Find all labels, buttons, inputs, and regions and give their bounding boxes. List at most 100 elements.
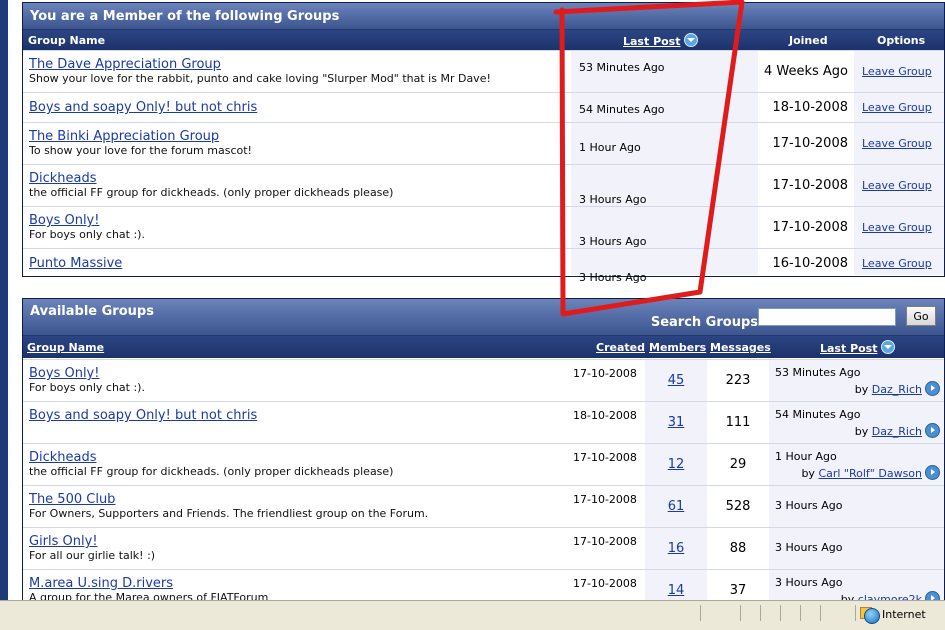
leave-group-link[interactable]: Leave Group [862,257,932,270]
member-group-row: Boys Only! For boys only chat :). 3 Hours … [23,206,944,249]
last-post-cell: 54 Minutes Ago by Daz_Rich [769,402,944,444]
last-post-cell: 3 Hours Ago [769,486,944,528]
header-last-post-wrap: Last Post [820,340,895,355]
options-cell: Leave Group [854,249,944,275]
last-post-cell: 3 Hours Ago [571,165,758,207]
group-name-link[interactable]: The 500 Club [29,492,115,507]
last-post-time: 1 Hour Ago [579,141,641,154]
leave-group-link[interactable]: Leave Group [862,221,932,234]
group-name-link[interactable]: Boys and soapy Only! but not chris [29,408,257,423]
member-groups-panel: You are a Member of the following Groups… [22,2,945,284]
group-name-link[interactable]: Dickheads [29,171,97,186]
group-name-cell: The Dave Appreciation Group Show your lov… [23,51,571,93]
group-name-link[interactable]: The Dave Appreciation Group [29,57,221,72]
group-description: Show your love for the rabbit, punto and… [29,72,491,85]
messages-cell: 29 [707,444,769,486]
sort-desc-icon[interactable] [683,33,698,47]
header-messages-link[interactable]: Messages [710,341,771,354]
group-name-link[interactable]: Boys Only! [29,366,99,381]
members-count-link[interactable]: 31 [645,415,707,430]
group-name-link[interactable]: Boys Only! [29,213,99,228]
group-name-link[interactable]: The Binki Appreciation Group [29,129,219,144]
members-count-link[interactable]: 12 [645,457,707,472]
group-name-cell: The Binki Appreciation Group To show your… [23,123,571,165]
members-count-link[interactable]: 14 [645,583,707,598]
group-name-link[interactable]: M.area U.sing D.rivers [29,576,173,591]
created-date: 17-10-2008 [573,577,637,590]
status-separator [855,605,856,621]
go-to-last-post-icon[interactable] [925,423,940,438]
member-group-row: The Dave Appreciation Group Show your lov… [23,50,944,93]
group-description: the official FF group for dickheads. (on… [29,186,394,199]
group-name-link[interactable]: Boys and soapy Only! but not chris [29,100,257,115]
available-group-row: The 500 Club For Owners, Supporters and F… [23,485,944,528]
last-post-author-link[interactable]: Carl "Rolf" Dawson [818,467,922,480]
messages-cell: 111 [707,402,769,444]
created-date: 17-10-2008 [573,367,637,380]
last-post-cell: 54 Minutes Ago [571,93,758,123]
header-members-link[interactable]: Members [649,341,706,354]
leave-group-link[interactable]: Leave Group [862,179,932,192]
search-groups-label: Search Groups [650,315,758,330]
group-name-link[interactable]: Girls Only! [29,534,98,549]
options-cell: Leave Group [854,207,944,249]
group-description: To show your love for the forum mascot! [29,144,252,157]
header-created-link[interactable]: Created [596,341,645,354]
header-joined: Joined [789,34,828,47]
last-post-author-link[interactable]: Daz_Rich [872,383,922,396]
last-post-cell: 3 Hours Ago [769,528,944,570]
sort-desc-icon[interactable] [880,340,895,354]
joined-date: 4 Weeks Ago [763,64,848,79]
created-date: 17-10-2008 [573,535,637,548]
browser-status-bar: Internet [0,600,945,630]
joined-cell: 18-10-2008 [758,93,854,123]
leave-group-link[interactable]: Leave Group [862,137,932,150]
available-groups-panel: Available Groups Search Groups Go Group … [22,298,945,612]
last-post-time: 54 Minutes Ago [579,103,665,116]
last-post-time: 53 Minutes Ago [775,366,861,379]
status-separator [820,605,821,621]
go-to-last-post-icon[interactable] [925,381,940,396]
messages-cell: 528 [707,486,769,528]
search-go-button[interactable]: Go [906,306,936,326]
header-group-name: Group Name [28,34,106,47]
leave-group-link[interactable]: Leave Group [862,101,932,114]
messages-count: 88 [729,541,747,556]
group-description: For boys only chat :). [29,381,145,394]
members-count-link[interactable]: 16 [645,541,707,556]
members-cell: 16 [645,528,707,570]
group-name-link[interactable]: Dickheads [29,450,97,465]
available-groups-header-row: Group Name Created Members Messages Last… [23,336,944,358]
available-group-row: Boys Only! For boys only chat :). 17-10-20… [23,359,944,402]
last-post-time: 3 Hours Ago [775,541,843,554]
header-last-post-link[interactable]: Last Post [623,35,681,48]
messages-count: 528 [725,499,751,514]
last-post-author-link[interactable]: Daz_Rich [872,425,922,438]
search-groups-input[interactable] [758,308,896,326]
joined-cell: 17-10-2008 [758,165,854,207]
header-group-name-link[interactable]: Group Name [27,341,104,354]
last-post-cell: 53 Minutes Ago [571,51,758,93]
group-name-link[interactable]: Punto Massive [29,256,122,271]
last-post-author-line: by Daz_Rich [855,423,940,438]
group-description: For Owners, Supporters and Friends. The … [29,507,429,520]
available-groups-title-bar: Available Groups Search Groups Go [23,299,944,336]
internet-zone-label: Internet [882,608,926,621]
last-post-cell: 1 Hour Ago [571,123,758,165]
available-group-row: Girls Only! For all our girlie talk! :) 17… [23,527,944,570]
last-post-time: 53 Minutes Ago [579,61,665,74]
joined-cell: 4 Weeks Ago [758,51,854,93]
group-name-cell: Dickheads the official FF group for dickh… [23,444,645,486]
by-label: by [854,425,869,438]
last-post-author-line: by Daz_Rich [855,381,940,396]
options-cell: Leave Group [854,51,944,93]
joined-date: 17-10-2008 [772,136,848,151]
go-to-last-post-icon[interactable] [925,465,940,480]
members-count-link[interactable]: 45 [645,373,707,388]
header-last-post-link[interactable]: Last Post [820,342,878,355]
leave-group-link[interactable]: Leave Group [862,65,932,78]
options-cell: Leave Group [854,123,944,165]
members-count-link[interactable]: 61 [645,499,707,514]
members-cell: 31 [645,402,707,444]
last-post-time: 3 Hours Ago [579,271,647,284]
